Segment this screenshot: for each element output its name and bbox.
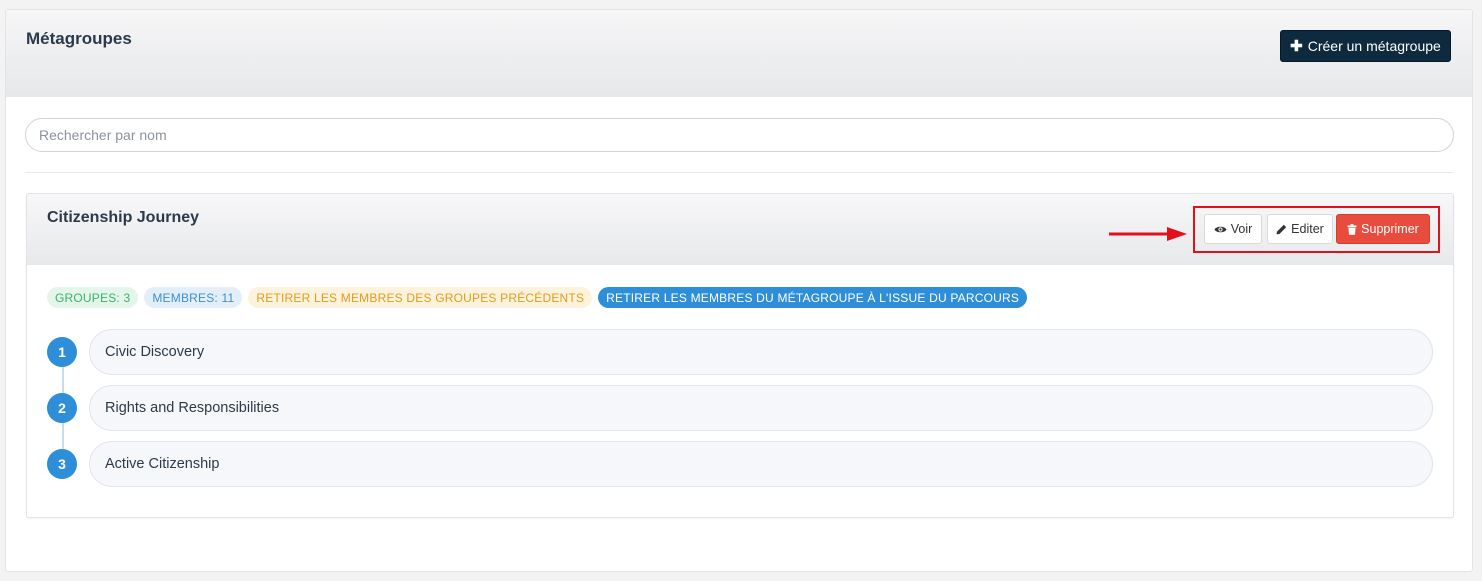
edit-label: Editer [1291, 222, 1324, 236]
trash-icon [1347, 223, 1357, 235]
step-number: 3 [47, 449, 77, 479]
arrow-right-icon [1109, 227, 1187, 241]
delete-button[interactable]: Supprimer [1336, 214, 1430, 244]
metagroup-card: Citizenship Journey Voir Editer Supprime… [26, 193, 1454, 518]
step-item-civic-discovery: Civic Discovery [89, 329, 1433, 375]
view-label: Voir [1230, 222, 1253, 236]
step-item-rights-and-responsibilities: Rights and Responsibilities [89, 385, 1433, 431]
plus-icon: ✚ [1290, 37, 1303, 55]
members-count-badge: MEMBRES: 11 [144, 287, 243, 308]
step-item-active-citizenship: Active Citizenship [89, 441, 1433, 487]
metagroup-card-header: Citizenship Journey Voir Editer Supprime… [27, 194, 1453, 265]
metagroup-badges: GROUPES: 3 MEMBRES: 11 RETIRER LES MEMBR… [47, 287, 1028, 308]
metagroups-panel: Métagroupes ✚ Créer un métagroupe Citize… [5, 9, 1473, 572]
create-metagroup-button[interactable]: ✚ Créer un métagroupe [1280, 30, 1451, 62]
create-metagroup-label: Créer un métagroupe [1307, 38, 1441, 54]
metagroup-title: Citizenship Journey [47, 209, 200, 226]
step-number: 2 [47, 393, 77, 423]
view-button[interactable]: Voir [1204, 214, 1262, 244]
page-title: Métagroupes [26, 29, 132, 48]
panel-header: Métagroupes ✚ Créer un métagroupe [6, 10, 1472, 97]
eye-icon [1214, 226, 1227, 232]
divider [25, 172, 1454, 173]
pencil-icon [1276, 224, 1287, 234]
groups-count-badge: GROUPES: 3 [47, 287, 139, 308]
search-input[interactable] [25, 118, 1454, 152]
remove-at-end-badge: RETIRER LES MEMBRES DU MÉTAGROUPE À L'IS… [598, 287, 1028, 308]
step-number: 1 [47, 337, 77, 367]
delete-label: Supprimer [1361, 222, 1419, 236]
remove-previous-groups-badge: RETIRER LES MEMBRES DES GROUPES PRÉCÉDEN… [248, 287, 593, 308]
edit-button[interactable]: Editer [1267, 214, 1333, 244]
